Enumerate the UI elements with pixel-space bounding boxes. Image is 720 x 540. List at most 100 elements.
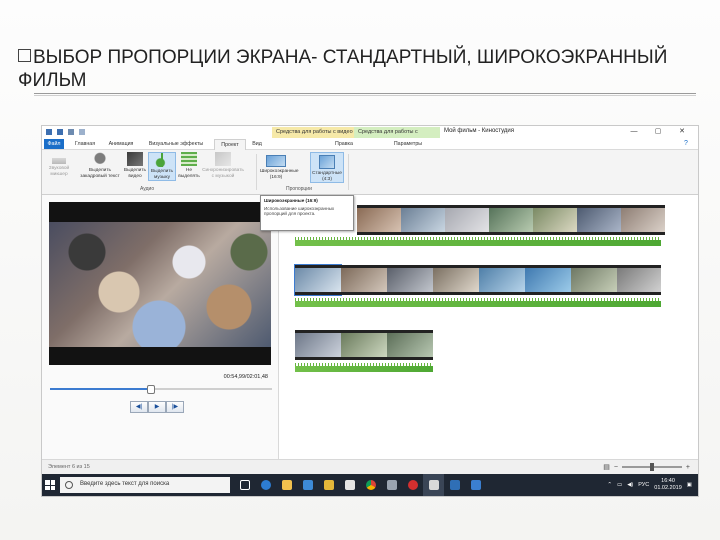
taskbar-search-box[interactable]: Введите здесь текст для поиска [60,477,230,493]
checkbox-bullet-icon [18,49,31,62]
taskbar-apps [234,474,486,496]
windows-start-icon[interactable] [45,480,55,490]
system-tray: ⌃ ▭ ◀) РУС 16:40 01.02.2019 ▣ [607,474,692,496]
volume-icon[interactable]: ◀) [627,482,633,488]
play-button[interactable]: ▶ [148,401,166,413]
group-label-proportions: Пропорции [286,186,312,192]
timecode: 00:54,99/02:01,48 [223,374,268,380]
clip-thumbnail[interactable] [401,205,445,235]
clip-thumbnail[interactable] [433,265,479,295]
fit-to-music-button[interactable]: Синхронизировать с музыкой [202,152,244,179]
highlight-narration-button[interactable]: Выделить закадровый текст [80,152,120,179]
clip-thumbnail[interactable] [533,205,577,235]
photos-icon[interactable] [318,474,339,496]
clip-thumbnail[interactable] [621,205,665,235]
language-indicator[interactable]: РУС [638,482,649,488]
opera-icon[interactable] [402,474,423,496]
highlight-music-button[interactable]: Выделить музыку [148,152,176,181]
task-view-icon[interactable] [234,474,255,496]
ribbon-panel: Звуковой микшер Выделить закадровый текс… [42,150,698,195]
music-track[interactable] [295,298,661,307]
standard-ratio-icon [319,155,335,169]
microphone-icon [92,152,108,166]
clip-thumbnail[interactable] [387,265,433,295]
film-icon [127,152,143,166]
clip-thumbnail[interactable] [341,330,387,360]
music-track[interactable] [295,363,433,372]
slide-title: ВЫБОР ПРОПОРЦИИ ЭКРАНА- СТАНДАРТНЫЙ, ШИР… [18,47,668,91]
tab-view[interactable]: Вид [248,139,266,149]
music-note-icon [154,153,170,167]
thumbnail-size-icon[interactable]: ▤ [603,463,610,471]
help-icon[interactable]: ? [678,139,694,149]
mail-icon[interactable] [339,474,360,496]
tab-project[interactable]: Проект [214,139,246,150]
search-icon [65,481,73,489]
context-tab-music-tools: Средства для работы с музыкой [354,127,440,146]
clip-thumbnail[interactable] [294,264,342,296]
save-icon[interactable] [57,129,63,135]
ribbon-tabs: Файл Главная Анимация Визуальные эффекты… [42,139,698,150]
zoom-thumb[interactable] [649,463,654,471]
widescreen-button[interactable]: Широкоэкранные (16:9) [260,152,299,180]
storyboard [279,195,698,459]
seek-bar[interactable] [50,385,272,394]
widescreen-icon [266,155,286,167]
clip-thumbnail[interactable] [489,205,533,235]
tab-home[interactable]: Главная [70,139,100,149]
clip-thumbnail[interactable] [341,265,387,295]
clip-thumbnail[interactable] [357,205,401,235]
tab-edit[interactable]: Правка [314,139,374,149]
clip-thumbnail[interactable] [617,265,661,295]
notification-icon[interactable]: ▣ [687,482,692,488]
clock[interactable]: 16:40 01.02.2019 [654,478,682,492]
video-preview[interactable] [49,202,271,365]
video-icon[interactable] [465,474,486,496]
clip-thumbnail[interactable] [571,265,617,295]
clip-thumbnail[interactable] [387,330,433,360]
tray-chevron-icon[interactable]: ⌃ [607,482,612,488]
tooltip-header: Широкоэкранные (16:9) [264,198,318,203]
file-explorer-icon[interactable] [276,474,297,496]
tab-visual-effects[interactable]: Визуальные эффекты [144,139,208,149]
title-divider-shadow [34,95,696,96]
clip-thumbnail[interactable] [577,205,621,235]
minimize-button[interactable]: — [622,126,646,138]
context-tab-video-tools: Средства для работы с видео [272,127,358,138]
zoom-slider[interactable] [621,463,682,471]
zoom-in-icon[interactable]: + [686,464,690,471]
undo-icon[interactable] [68,129,74,135]
maximize-button[interactable]: ▢ [646,126,670,138]
no-highlight-button[interactable]: Не выделять [176,152,202,179]
zoom-out-icon[interactable]: − [614,464,618,471]
next-frame-button[interactable]: |▶ [166,401,184,413]
playback-controls: ◀| ▶ |▶ [130,401,184,413]
window-title: Мой фильм - Киностудия [444,128,515,134]
redo-icon[interactable] [79,129,85,135]
clip-thumbnail[interactable] [479,265,525,295]
close-button[interactable]: ✕ [670,126,694,138]
seek-thumb[interactable] [146,385,155,394]
music-track[interactable] [295,237,661,246]
clip-thumbnail[interactable] [525,265,571,295]
chrome-icon[interactable] [360,474,381,496]
equalizer-icon [181,152,197,166]
sound-mix-button[interactable]: Звуковой микшер [44,152,74,177]
tab-animation[interactable]: Анимация [104,139,138,149]
movie-maker-icon[interactable] [423,474,444,496]
network-icon[interactable]: ▭ [617,482,622,488]
standard-button[interactable]: Стандартные (4:3) [310,152,344,183]
settings-icon[interactable] [381,474,402,496]
highlight-video-button[interactable]: Выделить видео [122,152,148,179]
tab-options[interactable]: Параметры [378,139,438,149]
previous-frame-button[interactable]: ◀| [130,401,148,413]
clock-date: 01.02.2019 [654,485,682,491]
clip-thumbnail[interactable] [295,330,341,360]
edge-icon[interactable] [255,474,276,496]
store-icon[interactable] [297,474,318,496]
clip-thumbnail[interactable] [445,205,489,235]
app-icon[interactable] [46,129,52,135]
tab-file[interactable]: Файл [44,139,64,149]
media-player-icon[interactable] [444,474,465,496]
window-controls: — ▢ ✕ [622,126,694,138]
